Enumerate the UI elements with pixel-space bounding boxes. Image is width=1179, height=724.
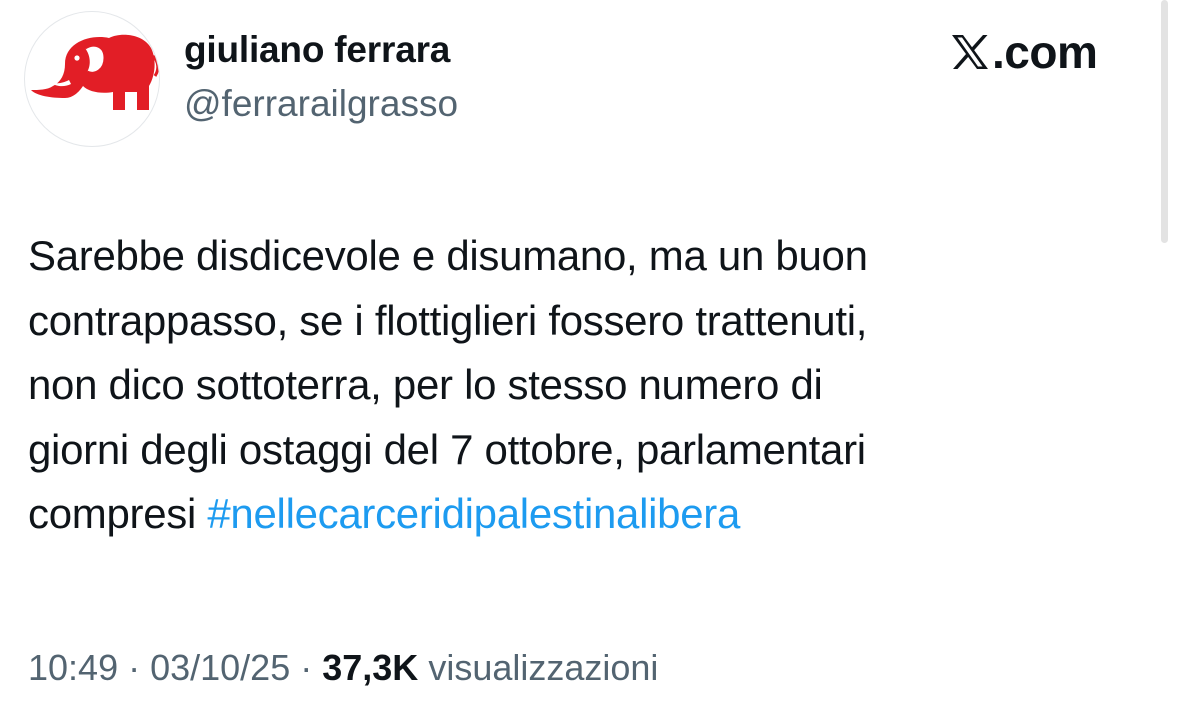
hashtag-link[interactable]: #nellecarceridipalestinalibera bbox=[207, 490, 740, 537]
views-label: visualizzazioni bbox=[428, 647, 659, 688]
tweet-line: Sarebbe disdicevole e disumano, ma un bu… bbox=[28, 232, 868, 279]
meta-separator: · bbox=[118, 647, 151, 688]
x-logo-icon bbox=[952, 35, 988, 69]
views-count[interactable]: 37,3K bbox=[322, 647, 418, 688]
tweet-time[interactable]: 10:49 bbox=[28, 647, 118, 688]
avatar[interactable] bbox=[24, 11, 160, 147]
tweet-date[interactable]: 03/10/25 bbox=[150, 647, 290, 688]
x-brand-watermark: .com bbox=[950, 26, 1098, 78]
brand-domain-text: .com bbox=[992, 26, 1098, 78]
tweet-line: non dico sottoterra, per lo stesso numer… bbox=[28, 361, 823, 408]
red-elephant-icon bbox=[31, 34, 159, 110]
author-display-name[interactable]: giuliano ferrara bbox=[184, 26, 450, 74]
tweet-line-text: compresi bbox=[28, 490, 196, 537]
tweet-line-last: compresi #nellecarceridipalestinalibera bbox=[28, 482, 1148, 547]
tweet-line: giorni degli ostaggi del 7 ottobre, parl… bbox=[28, 425, 866, 473]
tweet-body: Sarebbe disdicevole e disumano, ma un bu… bbox=[28, 224, 1148, 547]
meta-separator: · bbox=[290, 647, 323, 688]
tweet-metadata: 10:49 · 03/10/25 · 37,3K visualizzazioni bbox=[28, 640, 658, 696]
author-handle[interactable]: @ferrarailgrasso bbox=[184, 80, 458, 128]
tweet-line: contrappasso, se i flottiglieri fossero … bbox=[28, 296, 868, 344]
scrollbar[interactable] bbox=[1161, 0, 1168, 243]
